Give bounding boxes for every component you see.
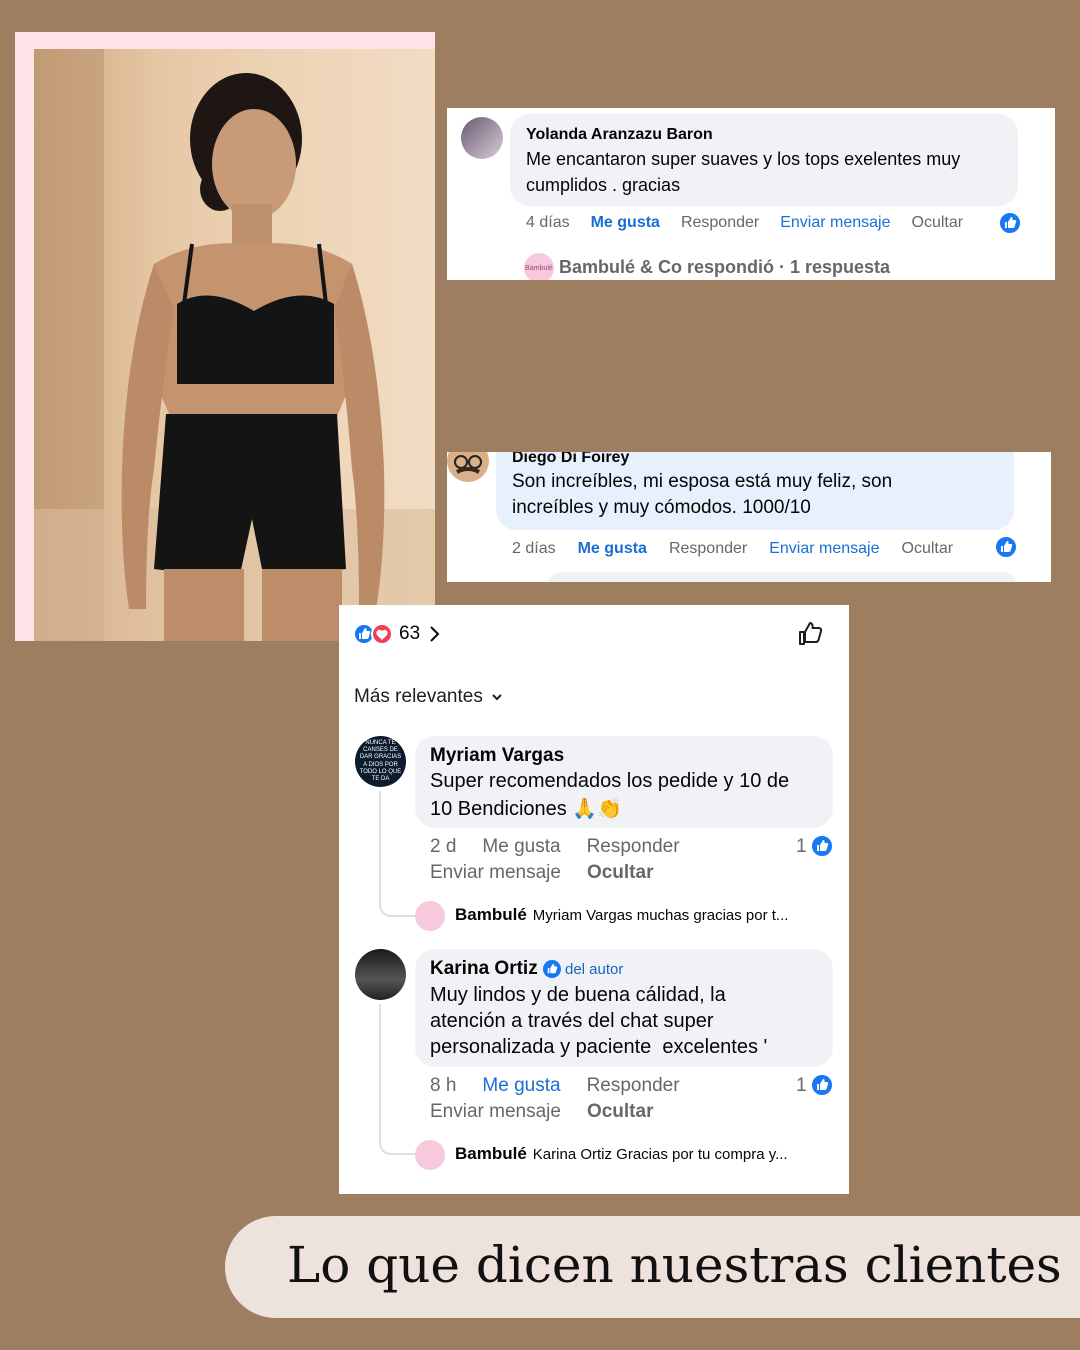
comment-bubble: Karina Ortiz del autor Muy lindos y de b… [415,949,833,1067]
love-reaction-icon [371,623,393,645]
reply-text: Karina Ortiz Gracias por tu compra y... [532,1145,788,1163]
thread-line [379,791,415,917]
comment-actions-row2: Enviar mensaje Ocultar [430,1101,653,1123]
chevron-down-icon [492,694,502,701]
author-badge-icon [543,960,561,978]
face-icon [454,455,482,474]
reply-preview[interactable]: Bambulé Karina Ortiz Gracias por tu comp… [455,1144,835,1164]
comment-author[interactable]: Yolanda Aranzazu Baron [526,126,713,144]
reply-text: Myriam Vargas muchas gracias por t... [532,906,789,924]
brand-avatar[interactable]: Bambulé [524,253,554,280]
model-illustration [34,49,435,641]
comment-author[interactable]: Karina Ortiz [430,958,538,980]
like-button[interactable]: Me gusta [591,214,660,232]
reactions-summary[interactable]: 63 [353,623,442,645]
like-outline-icon[interactable] [796,620,824,648]
comment-text-line2: atención a través del chat super [430,1010,714,1032]
send-message-button[interactable]: Enviar mensaje [769,540,879,558]
comment-text-line3: personalizada y paciente excelentes ' [430,1036,768,1058]
comment-text-line1: Son increíbles, mi esposa está muy feliz… [512,471,893,492]
avatar[interactable]: NUNCA TE CANSES DE DAR GRACIAS A DIOS PO… [355,736,406,787]
like-badge-icon[interactable] [810,834,834,858]
reply-bubble-partial [547,572,1017,582]
avatar-text: NUNCA TE CANSES DE DAR GRACIAS A DIOS PO… [359,739,402,782]
product-photo [34,49,435,641]
hide-button[interactable]: Ocultar [587,1101,654,1123]
hide-button[interactable]: Ocultar [912,214,964,232]
reply-summary[interactable]: Bambulé & Co respondió · 1 respuesta [559,257,890,278]
post-comments-panel: 63 Más relevantes NUNCA TE CANSES DE DAR… [339,605,849,1194]
like-count[interactable]: 1 [796,836,807,858]
sort-dropdown[interactable]: Más relevantes [354,686,503,708]
avatar[interactable] [461,117,503,159]
comment-actions-row2: Enviar mensaje Ocultar [430,862,653,884]
brand-avatar[interactable] [415,1140,445,1170]
comment-card-yolanda: Yolanda Aranzazu Baron Me encantaron sup… [447,108,1055,280]
comment-time[interactable]: 4 días [526,214,570,232]
reply-button[interactable]: Responder [669,540,747,558]
hide-button[interactable]: Ocultar [902,540,954,558]
reply-preview[interactable]: Bambulé Myriam Vargas muchas gracias por… [455,905,835,925]
send-message-button[interactable]: Enviar mensaje [430,862,561,884]
send-message-button[interactable]: Enviar mensaje [430,1101,561,1123]
like-badge-icon[interactable] [998,211,1022,235]
photo-frame [15,32,435,641]
like-button[interactable]: Me gusta [482,836,560,858]
chevron-right-icon[interactable] [428,624,442,644]
comment-text-line2: cumplidos . gracias [526,175,681,195]
comment-bubble: Myriam Vargas Super recomendados los ped… [415,736,833,828]
like-badge-icon[interactable] [810,1073,834,1097]
comment-text-line2: increíbles y muy cómodos. 1000/10 [512,497,811,518]
comment-author[interactable]: Diego Di Foirey [512,452,629,467]
reply-button[interactable]: Responder [587,1075,680,1097]
sort-label: Más relevantes [354,686,483,707]
comment-text-line1: Me encantaron super suaves y los tops ex… [526,149,961,169]
comment-author[interactable]: Myriam Vargas [430,745,564,767]
comment-actions: 2 días Me gusta Responder Enviar mensaje… [512,540,953,558]
comment-actions: 4 días Me gusta Responder Enviar mensaje… [526,214,963,232]
reaction-count[interactable]: 63 [399,623,420,645]
send-message-button[interactable]: Enviar mensaje [780,214,890,232]
comment-text-line2: 10 Bendiciones 🙏👏 [430,798,623,820]
footer-title: Lo que dicen nuestras clientes [287,1236,1062,1294]
comment-time[interactable]: 8 h [430,1075,456,1097]
comment-text-line1: Muy lindos y de buena cálidad, la [430,984,726,1006]
reply-button[interactable]: Responder [681,214,759,232]
like-count[interactable]: 1 [796,1075,807,1097]
comment-text-line1: Super recomendados los pedide y 10 de [430,770,790,792]
author-badge-label: del autor [565,960,624,978]
avatar[interactable] [355,949,406,1000]
brand-avatar[interactable] [415,901,445,931]
reply-button[interactable]: Responder [587,836,680,858]
comment-actions: 8 h Me gusta Responder [430,1075,680,1097]
author-badge: del autor [543,960,623,978]
like-button[interactable]: Me gusta [482,1075,560,1097]
comment-time[interactable]: 2 d [430,836,456,858]
reply-author[interactable]: Bambulé [455,905,527,925]
avatar[interactable] [447,452,489,482]
comment-time[interactable]: 2 días [512,540,556,558]
footer-banner: Lo que dicen nuestras clientes [225,1216,1080,1318]
thread-line [379,1004,415,1155]
hide-button[interactable]: Ocultar [587,862,654,884]
comment-bubble: Yolanda Aranzazu Baron Me encantaron sup… [510,114,1018,206]
like-button[interactable]: Me gusta [578,540,647,558]
comment-actions: 2 d Me gusta Responder [430,836,680,858]
like-badge-icon[interactable] [994,535,1018,559]
comment-card-diego: Diego Di Foirey Son increíbles, mi espos… [447,452,1051,582]
comment-bubble: Diego Di Foirey Son increíbles, mi espos… [496,452,1014,530]
reply-author[interactable]: Bambulé [455,1144,527,1164]
brand-avatar-text: Bambulé [525,264,553,272]
